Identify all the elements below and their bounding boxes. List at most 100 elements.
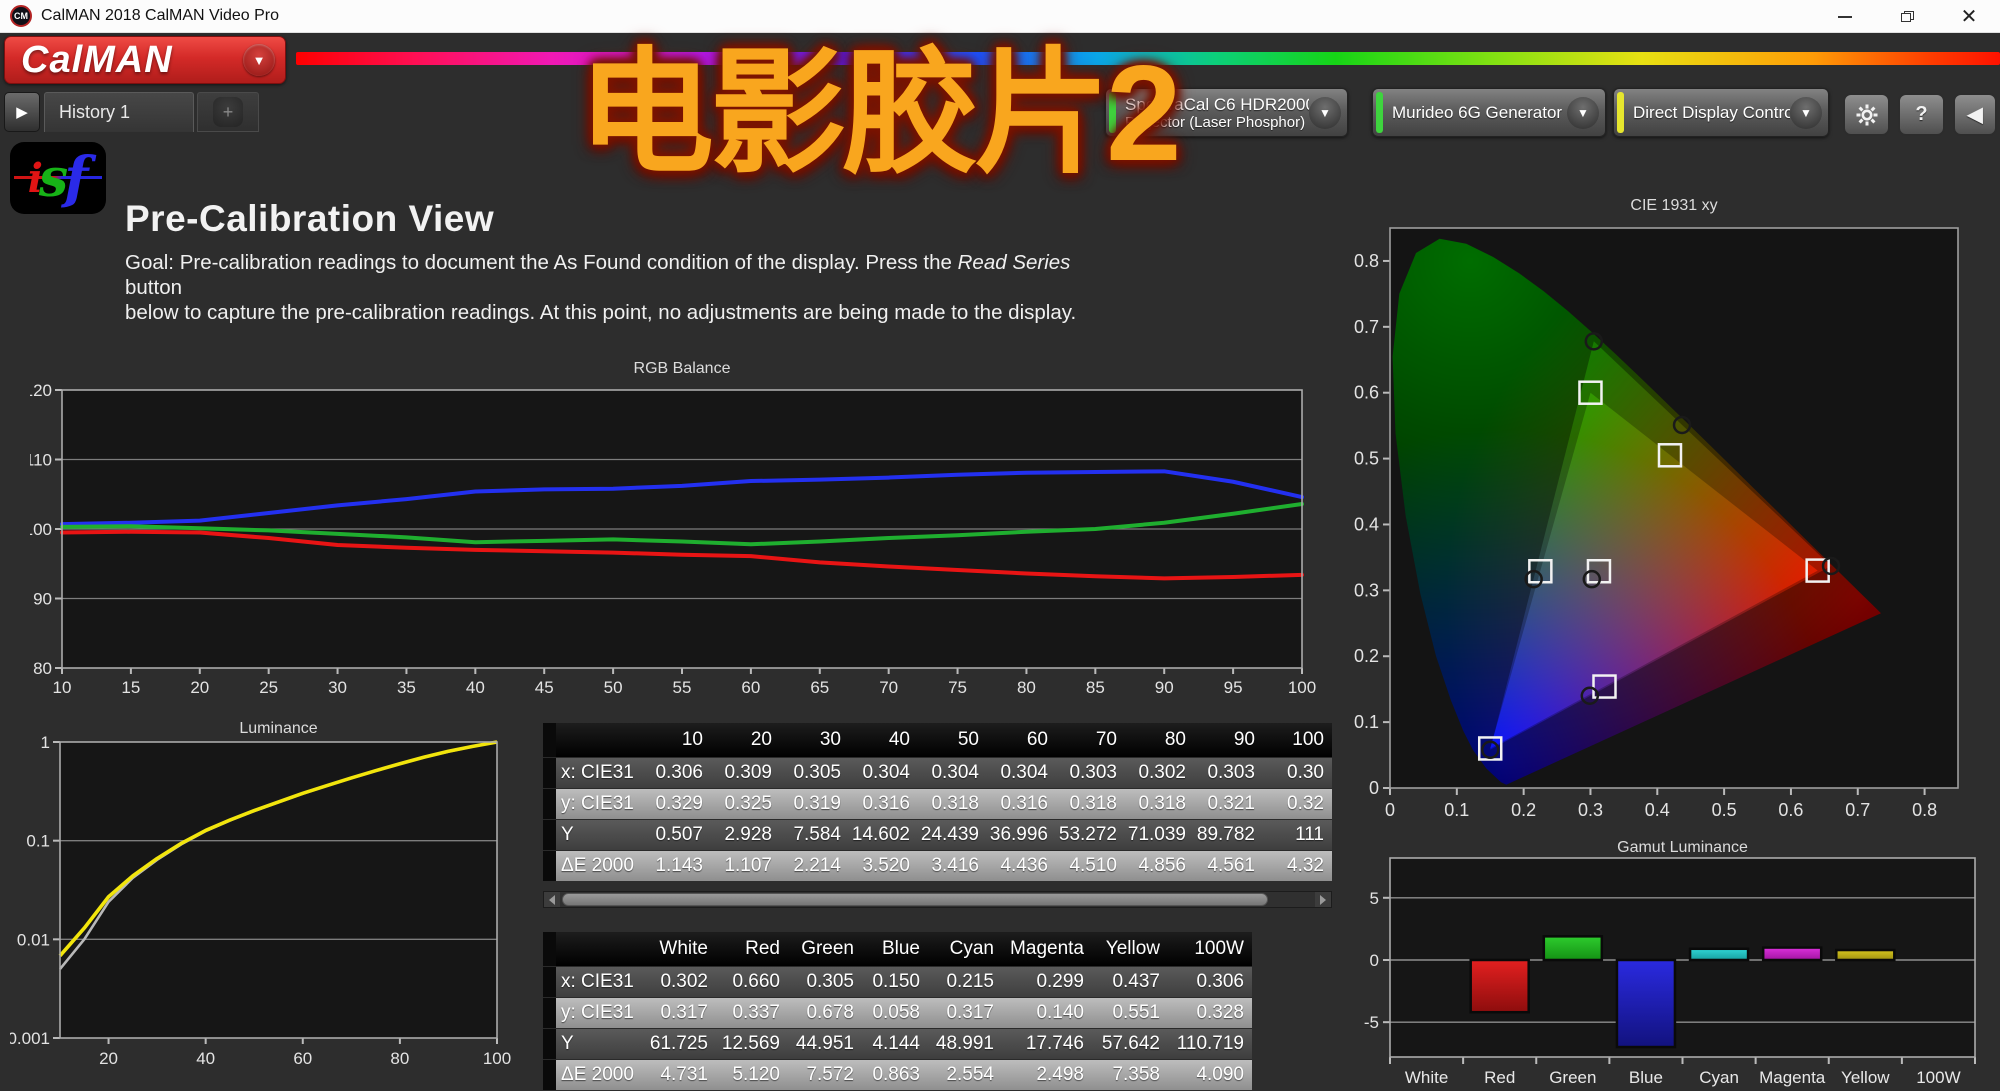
svg-text:0.6: 0.6 xyxy=(1354,383,1379,403)
table-cell xyxy=(543,998,556,1028)
svg-text:0.7: 0.7 xyxy=(1845,800,1870,820)
table-cell: 1.107 xyxy=(711,855,780,877)
svg-text:Green: Green xyxy=(1549,1068,1596,1087)
grayscale-table: 102030405060708090100x: CIE310.3060.3090… xyxy=(543,723,1332,885)
table-cell xyxy=(543,1060,556,1090)
table-cell: 0.302 xyxy=(1125,762,1194,784)
svg-text:35: 35 xyxy=(397,678,416,697)
svg-text:-5: -5 xyxy=(1364,1013,1379,1032)
svg-text:85: 85 xyxy=(1086,678,1105,697)
table-cell: Green xyxy=(788,938,862,960)
calman-menu-button[interactable]: CalMAN ▼ xyxy=(4,36,286,84)
svg-text:90: 90 xyxy=(33,590,52,609)
table-cell: 0.303 xyxy=(1194,762,1263,784)
read-series-emphasis: Read Series xyxy=(958,251,1071,274)
svg-text:80: 80 xyxy=(1017,678,1036,697)
svg-text:1: 1 xyxy=(41,733,50,752)
minimize-button[interactable] xyxy=(1814,0,1876,33)
svg-text:0.4: 0.4 xyxy=(1354,514,1379,534)
close-button[interactable]: ✕ xyxy=(1938,0,2000,33)
table-cell: 0.304 xyxy=(849,762,918,784)
svg-text:RGB Balance: RGB Balance xyxy=(634,360,731,377)
table-cell: 111 xyxy=(1263,824,1332,846)
svg-text:100: 100 xyxy=(483,1049,511,1068)
restore-button[interactable] xyxy=(1876,0,1938,33)
gamut-table: WhiteRedGreenBlueCyanMagentaYellow100Wx:… xyxy=(543,932,1252,1090)
help-button[interactable]: ? xyxy=(1898,93,1945,136)
svg-text:0.2: 0.2 xyxy=(1354,646,1379,666)
table-cell: 36.996 xyxy=(987,824,1056,846)
svg-text:White: White xyxy=(1405,1068,1448,1087)
svg-text:40: 40 xyxy=(196,1049,215,1068)
restore-icon xyxy=(1901,11,1914,22)
svg-text:Cyan: Cyan xyxy=(1699,1068,1739,1087)
table-cell: 0.319 xyxy=(780,793,849,815)
svg-text:100: 100 xyxy=(30,520,52,539)
scroll-right-button[interactable] xyxy=(1315,892,1331,907)
table-cell: 0.299 xyxy=(1002,971,1092,993)
table-cell: 48.991 xyxy=(928,1033,1002,1055)
tab-history-1[interactable]: History 1 xyxy=(44,92,194,132)
grayscale-table-scrollbar[interactable] xyxy=(543,891,1332,908)
svg-text:95: 95 xyxy=(1224,678,1243,697)
table-cell: 0.316 xyxy=(849,793,918,815)
table-cell: 0.321 xyxy=(1194,793,1263,815)
table-cell: 0.660 xyxy=(716,971,788,993)
table-cell xyxy=(543,851,556,881)
settings-button[interactable] xyxy=(1843,93,1890,136)
table-cell: y: CIE31 xyxy=(556,793,642,815)
svg-text:0.6: 0.6 xyxy=(1778,800,1803,820)
svg-text:55: 55 xyxy=(673,678,692,697)
svg-text:Blue: Blue xyxy=(1629,1068,1663,1087)
source-status-accent xyxy=(1376,92,1383,133)
scroll-left-button[interactable] xyxy=(544,892,560,907)
svg-text:0.5: 0.5 xyxy=(1354,449,1379,469)
rgb-balance-chart: 1201101009080101520253035404550556065707… xyxy=(30,353,1340,700)
table-cell: 0.507 xyxy=(642,824,711,846)
table-cell: Y xyxy=(556,824,642,846)
table-cell: 40 xyxy=(849,729,918,751)
table-cell: 30 xyxy=(780,729,849,751)
table-cell: 7.358 xyxy=(1092,1064,1168,1086)
plus-icon: + xyxy=(213,97,243,127)
sidebar-expander-button[interactable]: ▶ xyxy=(4,92,40,132)
scrollbar-track[interactable] xyxy=(562,893,1313,906)
display-control-dropdown[interactable]: Direct Display Control ▼ xyxy=(1613,88,1829,137)
table-cell: 0.437 xyxy=(1092,971,1168,993)
svg-text:20: 20 xyxy=(190,678,209,697)
table-cell xyxy=(543,789,556,819)
svg-text:0.4: 0.4 xyxy=(1645,800,1670,820)
scrollbar-thumb[interactable] xyxy=(562,893,1268,906)
table-cell: 4.32 xyxy=(1263,855,1332,877)
svg-text:15: 15 xyxy=(121,678,140,697)
table-cell: 0.215 xyxy=(928,971,1002,993)
add-tab-button[interactable]: + xyxy=(197,92,259,132)
table-cell: 89.782 xyxy=(1194,824,1263,846)
svg-text:0.01: 0.01 xyxy=(17,930,50,949)
table-cell: 0.306 xyxy=(642,762,711,784)
close-icon: ✕ xyxy=(1961,7,1978,27)
svg-text:0: 0 xyxy=(1369,778,1379,798)
source-dropdown[interactable]: Murideo 6G Generator ▼ xyxy=(1372,88,1606,137)
table-cell: 0.318 xyxy=(1125,793,1194,815)
table-cell: 0.325 xyxy=(711,793,780,815)
table-cell: 80 xyxy=(1125,729,1194,751)
svg-text:0.8: 0.8 xyxy=(1912,800,1937,820)
svg-text:0.1: 0.1 xyxy=(1444,800,1469,820)
svg-text:30: 30 xyxy=(328,678,347,697)
table-cell: 71.039 xyxy=(1125,824,1194,846)
table-cell: 110.719 xyxy=(1168,1033,1252,1055)
table-cell: 4.731 xyxy=(642,1064,716,1086)
table-row: Y61.72512.56944.9514.14448.99117.74657.6… xyxy=(543,1028,1252,1059)
question-icon: ? xyxy=(1915,103,1927,126)
svg-text:70: 70 xyxy=(879,678,898,697)
collapse-panel-button[interactable]: ◀ xyxy=(1953,93,1997,136)
table-row: ΔE 20004.7315.1207.5720.8632.5542.4987.3… xyxy=(543,1059,1252,1090)
table-cell: x: CIE31 xyxy=(556,971,642,993)
table-cell: 7.572 xyxy=(788,1064,862,1086)
isf-logo: isf xyxy=(10,142,106,214)
table-cell: 61.725 xyxy=(642,1033,716,1055)
table-cell: 0.306 xyxy=(1168,971,1252,993)
table-cell: 0.318 xyxy=(918,793,987,815)
table-cell: 60 xyxy=(987,729,1056,751)
